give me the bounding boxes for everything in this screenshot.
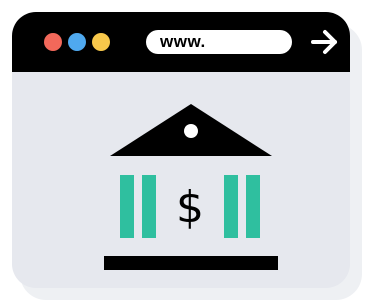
bank-column-3 — [224, 175, 238, 238]
dollar-sign: $ — [176, 182, 204, 233]
bank-base — [104, 256, 278, 270]
bank-column-2 — [142, 175, 156, 238]
browser-window: www. $ — [12, 12, 350, 288]
bank-column-4 — [246, 175, 260, 238]
bank-icon: $ — [104, 104, 278, 270]
bank-roof-circle — [184, 124, 198, 138]
bank-column-1 — [120, 175, 134, 238]
page: www. $ — [0, 0, 366, 304]
